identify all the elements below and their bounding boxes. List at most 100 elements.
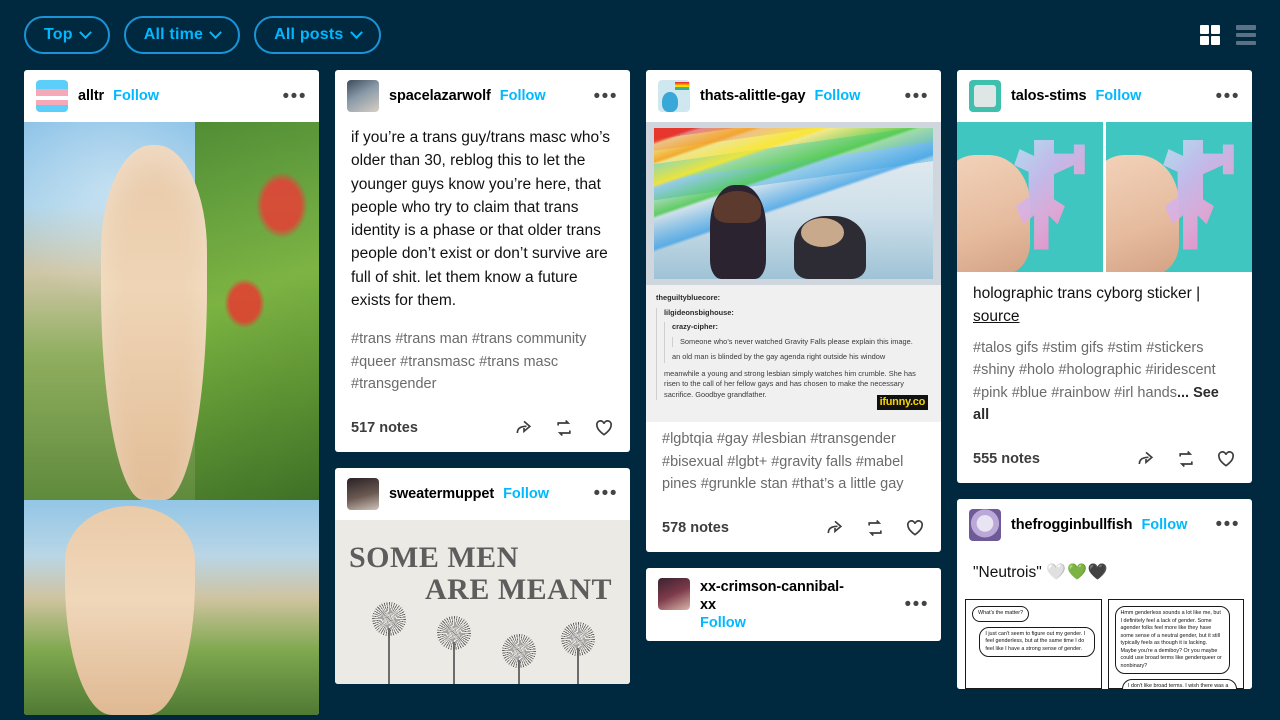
post-author[interactable]: sweatermuppet <box>389 485 494 503</box>
share-icon[interactable] <box>514 418 534 438</box>
poster-line-1: SOME MEN <box>349 540 519 574</box>
sticker-photo-1[interactable] <box>957 122 1103 272</box>
chevron-down-icon <box>209 25 222 39</box>
follow-button[interactable]: Follow <box>700 615 746 631</box>
chevron-down-icon <box>78 25 92 39</box>
speech-bubble: Hmm genderless sounds a lot like me, but… <box>1114 605 1230 675</box>
ifunny-watermark: ifunny.co <box>876 394 928 411</box>
post-options-icon[interactable]: ••• <box>905 87 929 106</box>
post-card-thats-alittle-gay[interactable]: thats-alittle-gay Follow ••• theguiltybl… <box>646 70 941 552</box>
reblog-user-2[interactable]: crazy-cipher: <box>672 322 931 333</box>
post-card-thefrogginbullfish[interactable]: thefrogginbullfish Follow ••• "Neutrois"… <box>957 498 1252 689</box>
note-count[interactable]: 517 notes <box>351 420 418 436</box>
post-body-text: if you’re a trans guy/trans masc who’s o… <box>351 129 611 309</box>
follow-button[interactable]: Follow <box>1141 517 1187 533</box>
feed-column-2: spacelazarwolf Follow ••• if you’re a tr… <box>335 70 630 684</box>
post-header: talos-stims Follow ••• <box>957 70 1252 122</box>
feed-column-1: alltr Follow ••• <box>24 70 319 715</box>
reblog-icon[interactable] <box>1176 449 1196 469</box>
follow-button[interactable]: Follow <box>500 88 546 104</box>
reblog-user-0[interactable]: theguiltybluecore: <box>656 293 931 304</box>
post-card-alltr[interactable]: alltr Follow ••• <box>24 70 319 715</box>
filter-toolbar: Top All time All posts <box>0 0 1280 70</box>
follow-button[interactable]: Follow <box>113 88 159 104</box>
avatar[interactable] <box>347 477 379 510</box>
character-mabel <box>709 185 766 279</box>
reblog-icon[interactable] <box>554 418 574 438</box>
post-photo-1[interactable] <box>24 122 319 500</box>
follow-button[interactable]: Follow <box>1095 88 1141 104</box>
post-options-icon[interactable]: ••• <box>283 87 307 106</box>
comic-panel-2: Hmm genderless sounds a lot like me, but… <box>1107 598 1244 689</box>
post-author[interactable]: talos-stims <box>1011 87 1087 105</box>
speech-bubble: What's the matter? <box>972 605 1030 622</box>
post-tags[interactable]: #trans #trans man #trans community #quee… <box>335 322 630 406</box>
reblog-user-1[interactable]: lilgideonsbighouse: <box>664 308 931 319</box>
grid-view-icon[interactable] <box>1200 25 1220 45</box>
post-feed-masonry: alltr Follow ••• spacelazarwolf Follow •… <box>0 70 1280 720</box>
chevron-down-icon <box>349 25 363 39</box>
filter-sort-top[interactable]: Top <box>24 16 110 54</box>
post-options-icon[interactable]: ••• <box>594 484 618 503</box>
robot-face-icon <box>974 85 996 107</box>
post-footer: 517 notes <box>335 406 630 452</box>
post-poster-image[interactable]: SOME MEN ARE MEANT <box>335 519 630 684</box>
filter-time-range[interactable]: All time <box>123 16 241 54</box>
avatar[interactable] <box>969 80 1001 112</box>
share-icon[interactable] <box>825 518 845 538</box>
follow-button[interactable]: Follow <box>814 88 860 104</box>
post-card-talos-stims[interactable]: talos-stims Follow ••• holographic trans… <box>957 70 1252 483</box>
share-icon[interactable] <box>1136 449 1156 469</box>
avatar[interactable] <box>36 80 68 112</box>
note-count[interactable]: 555 notes <box>973 451 1040 467</box>
avatar[interactable] <box>969 508 1001 541</box>
filter-sort-top-label: Top <box>44 26 73 43</box>
post-options-icon[interactable]: ••• <box>594 87 618 106</box>
post-actions <box>514 418 614 438</box>
rainbow-flag-icon <box>675 82 689 90</box>
post-author[interactable]: alltr <box>78 87 104 105</box>
speech-bubble: I don't like broad terms. I wish there w… <box>1121 679 1237 689</box>
filter-post-type[interactable]: All posts <box>254 16 381 54</box>
sticker-photo-2[interactable] <box>1106 122 1252 272</box>
list-view-icon[interactable] <box>1236 25 1256 45</box>
post-options-icon[interactable]: ••• <box>1216 515 1240 534</box>
reblog-chain: theguiltybluecore: lilgideonsbighouse: c… <box>646 285 941 423</box>
heart-icon[interactable] <box>1216 449 1236 469</box>
post-header: sweatermuppet Follow ••• <box>335 468 630 520</box>
post-actions <box>1136 449 1236 469</box>
post-author[interactable]: spacelazarwolf <box>389 87 491 105</box>
heart-icon[interactable] <box>594 418 614 438</box>
post-author[interactable]: thats-alittle-gay <box>700 87 806 105</box>
post-photo-2[interactable] <box>24 500 319 715</box>
avatar[interactable] <box>658 80 690 112</box>
post-footer: 578 notes <box>646 506 941 552</box>
post-options-icon[interactable]: ••• <box>1216 87 1240 106</box>
post-tags[interactable]: #talos gifs #stim gifs #stim #stickers #… <box>957 331 1252 437</box>
dandelion-illustration <box>335 601 630 684</box>
post-header: thats-alittle-gay Follow ••• <box>646 70 941 122</box>
post-header: xx-crimson-cannibal-xx Follow ••• <box>646 568 941 641</box>
avatar[interactable] <box>347 80 379 112</box>
post-sticker-gifs[interactable] <box>957 122 1252 272</box>
post-comic-strip[interactable]: What's the matter? I just can't seem to … <box>957 592 1252 689</box>
post-card-sweatermuppet[interactable]: sweatermuppet Follow ••• SOME MEN ARE ME… <box>335 467 630 684</box>
post-header: spacelazarwolf Follow ••• <box>335 70 630 122</box>
post-tags[interactable]: #lgbtqia #gay #lesbian #transgender #bis… <box>646 422 941 506</box>
post-footer: 555 notes <box>957 437 1252 483</box>
post-card-xx-crimson-cannibal-xx[interactable]: xx-crimson-cannibal-xx Follow ••• <box>646 567 941 642</box>
avatar[interactable] <box>658 577 690 610</box>
post-options-icon[interactable]: ••• <box>905 595 929 614</box>
post-author[interactable]: thefrogginbullfish <box>1011 516 1133 534</box>
source-link[interactable]: source <box>973 308 1020 325</box>
view-mode-toggle <box>1200 25 1256 45</box>
note-count[interactable]: 578 notes <box>662 520 729 536</box>
heart-icon[interactable] <box>905 518 925 538</box>
follow-button[interactable]: Follow <box>503 486 549 502</box>
post-card-spacelazarwolf[interactable]: spacelazarwolf Follow ••• if you’re a tr… <box>335 70 630 452</box>
post-author[interactable]: xx-crimson-cannibal-xx <box>700 578 850 614</box>
reblog-icon[interactable] <box>865 518 885 538</box>
stitch-icon <box>662 92 678 112</box>
post-meme-image[interactable] <box>646 122 941 285</box>
post-header: thefrogginbullfish Follow ••• <box>957 499 1252 551</box>
